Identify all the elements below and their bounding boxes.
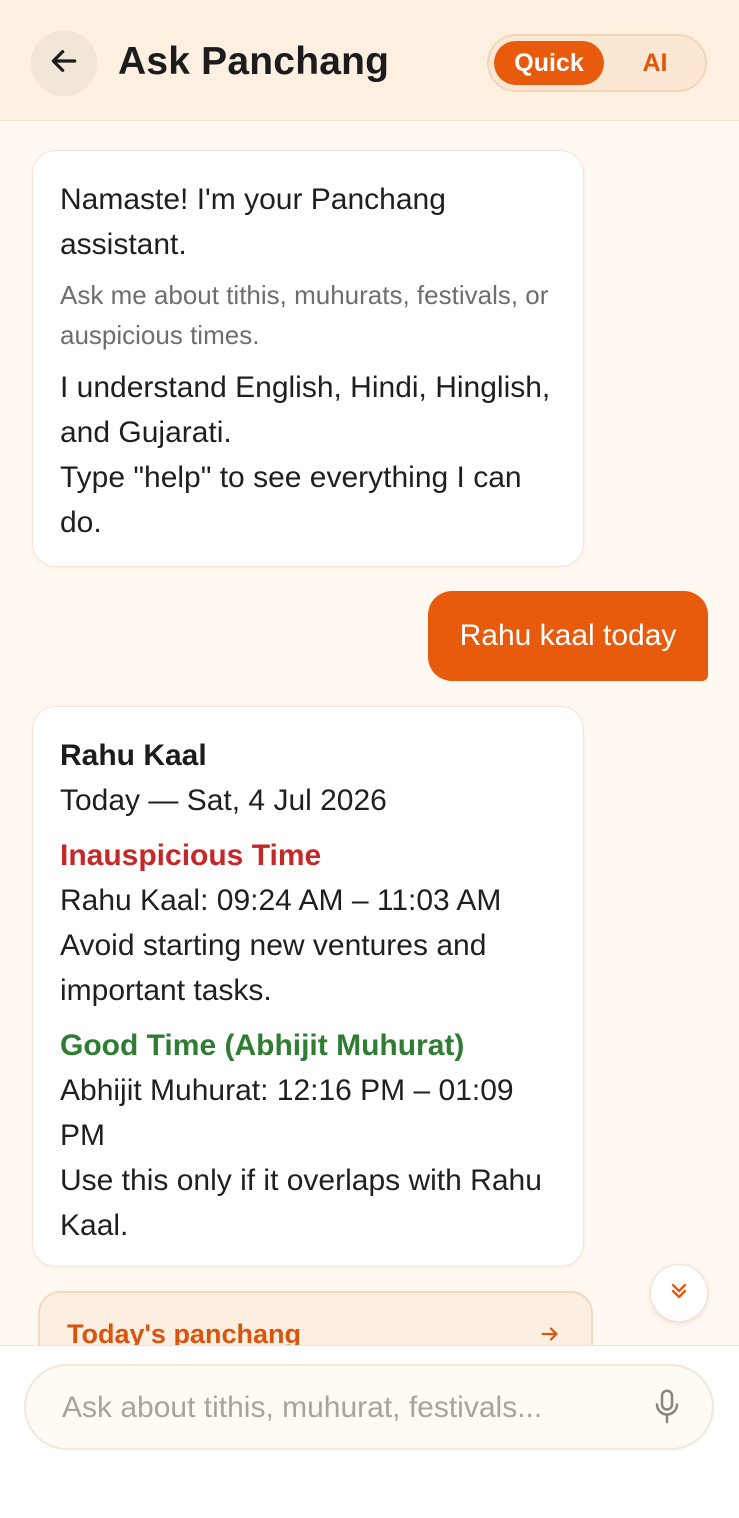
good-time-heading: Good Time (Abhijit Muhurat) (60, 1029, 465, 1062)
arrow-left-icon (48, 45, 80, 82)
double-chevron-down-icon (667, 1279, 691, 1308)
rahu-kaal-advice: Avoid starting new ventures and importan… (60, 929, 487, 1007)
welcome-languages: I understand English, Hindi, Hinglish, a… (60, 371, 551, 449)
welcome-help-hint: Type "help" to see everything I can do. (60, 461, 522, 539)
quick-mode-button[interactable]: Quick (494, 41, 604, 85)
rahu-kaal-time: Rahu Kaal: 09:24 AM – 11:03 AM (60, 884, 502, 917)
welcome-greeting: Namaste! I'm your Panchang assistant. (60, 183, 446, 261)
ai-mode-button[interactable]: AI (607, 41, 703, 85)
bot-message-rahu-kaal: Rahu Kaal Today — Sat, 4 Jul 2026 Inausp… (32, 706, 584, 1267)
abhijit-time: Abhijit Muhurat: 12:16 PM – 01:09 PM (60, 1074, 514, 1152)
bot-message-welcome: Namaste! I'm your Panchang assistant. As… (32, 150, 584, 567)
back-button[interactable] (31, 30, 97, 96)
composer-bar (0, 1345, 739, 1518)
mode-toggle: Quick AI (487, 34, 707, 92)
response-title: Rahu Kaal (60, 739, 207, 772)
inauspicious-heading: Inauspicious Time (60, 839, 322, 872)
microphone-icon[interactable] (652, 1388, 682, 1431)
chat-input[interactable] (60, 1378, 624, 1438)
scroll-to-bottom-button[interactable] (650, 1264, 708, 1322)
response-date: Today — Sat, 4 Jul 2026 (60, 784, 387, 817)
user-message: Rahu kaal today (428, 591, 708, 681)
chat-input-container (24, 1364, 714, 1450)
welcome-subtitle: Ask me about tithis, muhurats, festivals… (60, 280, 549, 350)
app-header: Ask Panchang Quick AI (0, 0, 739, 121)
abhijit-advice: Use this only if it overlaps with Rahu K… (60, 1164, 542, 1242)
page-title: Ask Panchang (118, 40, 390, 83)
